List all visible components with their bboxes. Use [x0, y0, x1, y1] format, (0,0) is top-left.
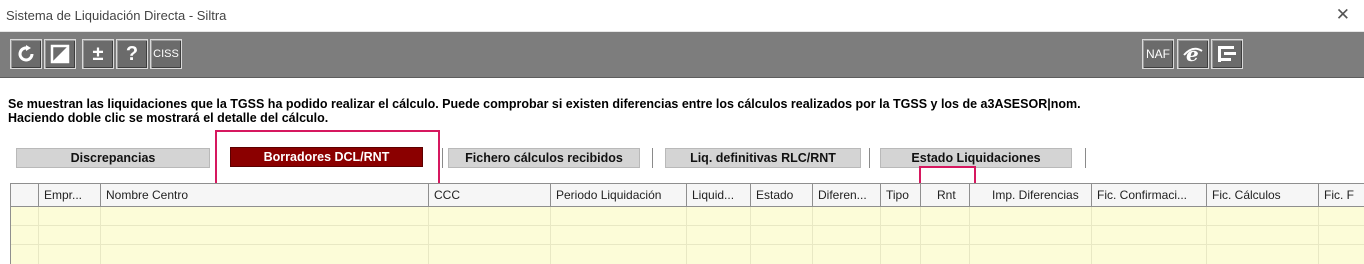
- column-header-diferencias[interactable]: Diferen...: [813, 184, 881, 207]
- tab-fichero-calculos-recibidos[interactable]: Fichero cálculos recibidos: [448, 148, 640, 168]
- tab-label: Borradores DCL/RNT: [263, 150, 390, 164]
- tab-label: Fichero cálculos recibidos: [465, 151, 623, 165]
- internet-explorer-icon: e: [1183, 43, 1203, 65]
- column-header-fic-confirmacion[interactable]: Fic. Confirmaci...: [1092, 184, 1207, 207]
- grid-line: [920, 207, 921, 264]
- refresh-icon: [18, 45, 34, 62]
- edit-square-icon: [50, 44, 70, 64]
- grid-line: [550, 207, 551, 264]
- info-line-2: Haciendo doble clic se mostrará el detal…: [8, 111, 329, 125]
- column-header-imp-diferencias[interactable]: Imp. Diferencias: [970, 184, 1092, 207]
- tab-separator: [869, 148, 871, 168]
- grid-header: Empr... Nombre Centro CCC Periodo Liquid…: [11, 184, 1364, 207]
- column-header-estado[interactable]: Estado: [751, 184, 813, 207]
- grid-line: [11, 225, 1364, 226]
- tab-strip: Discrepancias Borradores DCL/RNT Fichero…: [0, 144, 1364, 172]
- edit-button[interactable]: [44, 39, 76, 69]
- grid-line: [750, 207, 751, 264]
- naf-icon: NAF: [1146, 47, 1170, 61]
- svg-text:e: e: [1186, 43, 1199, 65]
- refresh-button[interactable]: [10, 39, 42, 69]
- column-header-periodo-liquidacion[interactable]: Periodo Liquidación: [551, 184, 687, 207]
- help-icon: ?: [125, 42, 139, 65]
- column-header-ccc[interactable]: CCC: [429, 184, 551, 207]
- tab-separator: [1085, 148, 1087, 168]
- grid-line: [880, 207, 881, 264]
- ciss-icon: CISS: [153, 48, 179, 60]
- close-icon[interactable]: ✕: [1336, 6, 1350, 24]
- info-text: Se muestran las liquidaciones que la TGS…: [8, 97, 1348, 125]
- column-header-fic-f[interactable]: Fic. F: [1319, 184, 1364, 207]
- column-header-tipo[interactable]: Tipo: [881, 184, 921, 207]
- column-header-nombre-centro[interactable]: Nombre Centro: [101, 184, 429, 207]
- window-titlebar: Sistema de Liquidación Directa - Siltra …: [0, 0, 1364, 32]
- grid-line: [11, 244, 1364, 245]
- window-title: Sistema de Liquidación Directa - Siltra: [6, 8, 227, 23]
- grid-line: [1318, 207, 1319, 264]
- column-header-empresa[interactable]: Empr...: [39, 184, 101, 207]
- grid-line: [1206, 207, 1207, 264]
- plus-minus-button[interactable]: ±: [82, 39, 114, 69]
- column-header-fic-calculos[interactable]: Fic. Cálculos: [1207, 184, 1319, 207]
- grid-line: [100, 207, 101, 264]
- tab-discrepancias[interactable]: Discrepancias: [16, 148, 210, 168]
- tab-separator: [442, 148, 444, 168]
- row-selector-header: [11, 184, 39, 207]
- grid-line: [812, 207, 813, 264]
- plus-minus-icon: ±: [92, 42, 104, 65]
- grid-line: [1091, 207, 1092, 264]
- column-header-rnt[interactable]: Rnt: [921, 184, 970, 207]
- grid-line: [428, 207, 429, 264]
- naf-button[interactable]: NAF: [1142, 39, 1174, 69]
- tab-estado-liquidaciones[interactable]: Estado Liquidaciones: [880, 148, 1072, 168]
- tab-liq-definitivas-rlc-rnt[interactable]: Liq. definitivas RLC/RNT: [665, 148, 861, 168]
- exit-button[interactable]: [1211, 39, 1243, 69]
- tab-borradores-dcl-rnt[interactable]: Borradores DCL/RNT: [230, 147, 423, 167]
- tab-label: Discrepancias: [70, 151, 156, 165]
- internet-explorer-button[interactable]: e: [1177, 39, 1209, 69]
- toolbar: ± ? CISS NAF e: [0, 32, 1364, 78]
- column-header-liquidacion[interactable]: Liquid...: [687, 184, 751, 207]
- grid-body[interactable]: [11, 207, 1364, 264]
- exit-icon: [1218, 46, 1236, 62]
- tab-label: Estado Liquidaciones: [911, 151, 1041, 165]
- grid-line: [38, 207, 39, 264]
- ciss-button[interactable]: CISS: [150, 39, 182, 69]
- help-button[interactable]: ?: [116, 39, 148, 69]
- grid-line: [686, 207, 687, 264]
- tab-separator: [652, 148, 654, 168]
- grid-line: [969, 207, 970, 264]
- tab-label: Liq. definitivas RLC/RNT: [690, 151, 836, 165]
- liquidaciones-grid[interactable]: Empr... Nombre Centro CCC Periodo Liquid…: [10, 183, 1364, 264]
- info-line-1: Se muestran las liquidaciones que la TGS…: [8, 97, 1081, 111]
